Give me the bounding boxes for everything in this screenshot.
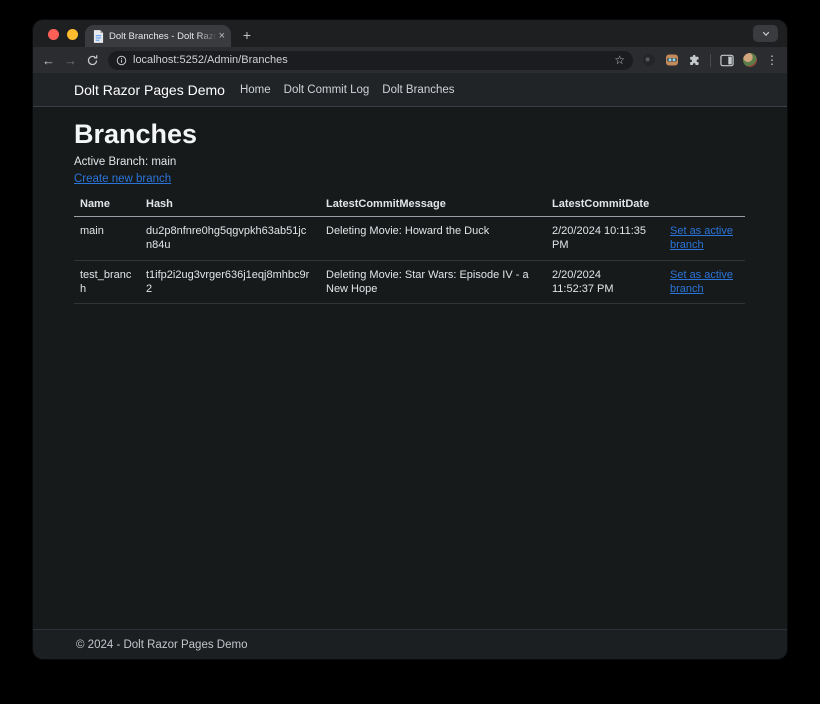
nav-item-dolt-branches[interactable]: Dolt Branches	[382, 84, 454, 96]
sidebar-toggle-icon[interactable]	[720, 54, 734, 67]
minimize-window-button[interactable]	[67, 29, 78, 40]
nav-item-dolt-commit-log[interactable]: Dolt Commit Log	[284, 84, 370, 96]
url-text: localhost:5252/Admin/Branches	[133, 54, 608, 66]
close-window-button[interactable]	[48, 29, 59, 40]
new-tab-button[interactable]: +	[237, 25, 257, 45]
column-header-hash: Hash	[140, 193, 320, 217]
toolbar-actions: ⋮	[642, 53, 778, 67]
plus-icon: +	[243, 27, 251, 43]
set-active-branch-link[interactable]: Set as activebranch	[670, 225, 733, 251]
toolbar-divider	[710, 54, 711, 67]
browser-window: Dolt Branches - Dolt Razor Pag × + ← → l…	[33, 20, 787, 659]
tab-search-button[interactable]	[753, 25, 778, 42]
set-active-branch-link[interactable]: Set as activebranch	[670, 269, 733, 295]
branches-table: Name Hash LatestCommitMessage LatestComm…	[74, 193, 745, 304]
tab-strip: Dolt Branches - Dolt Razor Pag × +	[33, 20, 787, 47]
tab-close-icon[interactable]: ×	[219, 31, 225, 42]
chevron-down-icon	[761, 29, 771, 39]
web-page: Dolt Razor Pages Demo Home Dolt Commit L…	[33, 73, 787, 659]
extension-icon-dark-circle[interactable]	[642, 53, 656, 67]
footer-text: © 2024 - Dolt Razor Pages Demo	[76, 639, 247, 651]
nav-links: Home Dolt Commit Log Dolt Branches	[240, 84, 455, 96]
branch-name-cell: test_branch	[74, 260, 140, 304]
app-footer: © 2024 - Dolt Razor Pages Demo	[33, 629, 787, 659]
table-row: maindu2p8nfnre0hg5qgvpkh63ab51jcn84uDele…	[74, 217, 745, 261]
back-button[interactable]: ←	[42, 54, 55, 67]
navbar-brand[interactable]: Dolt Razor Pages Demo	[74, 82, 225, 98]
branch-action-cell: Set as activebranch	[664, 260, 745, 304]
active-branch-text: Active Branch: main	[74, 156, 745, 169]
branch-hash-cell: t1ifp2i2ug3vrger636j1eqj8mhbc9r2	[140, 260, 320, 304]
extension-icon-goggles[interactable]	[665, 53, 679, 67]
forward-button[interactable]: →	[64, 54, 77, 67]
profile-avatar[interactable]	[743, 53, 757, 67]
branch-action-cell: Set as activebranch	[664, 217, 745, 261]
branch-name-cell: main	[74, 217, 140, 261]
column-header-latest-commit-message: LatestCommitMessage	[320, 193, 546, 217]
url-bar[interactable]: localhost:5252/Admin/Branches ☆	[108, 51, 633, 70]
column-header-actions	[664, 193, 745, 217]
branch-hash-cell: du2p8nfnre0hg5qgvpkh63ab51jcn84u	[140, 217, 320, 261]
nav-item-home[interactable]: Home	[240, 84, 271, 96]
column-header-latest-commit-date: LatestCommitDate	[546, 193, 664, 217]
app-navbar: Dolt Razor Pages Demo Home Dolt Commit L…	[33, 73, 787, 107]
browser-tab[interactable]: Dolt Branches - Dolt Razor Pag ×	[85, 25, 231, 47]
reload-button[interactable]	[86, 54, 99, 67]
extensions-puzzle-icon[interactable]	[688, 54, 701, 67]
commit-message-cell: Deleting Movie: Star Wars: Episode IV - …	[320, 260, 546, 304]
tab-title: Dolt Branches - Dolt Razor Pag	[109, 31, 217, 42]
browser-menu-icon[interactable]: ⋮	[766, 54, 778, 66]
create-new-branch-link[interactable]: Create new branch	[74, 173, 171, 186]
table-header-row: Name Hash LatestCommitMessage LatestComm…	[74, 193, 745, 217]
browser-toolbar: ← → localhost:5252/Admin/Branches ☆	[33, 47, 787, 73]
commit-date-cell: 2/20/202411:52:37 PM	[546, 260, 664, 304]
branches-table-body: maindu2p8nfnre0hg5qgvpkh63ab51jcn84uDele…	[74, 217, 745, 304]
tab-favicon-document-icon	[93, 30, 104, 43]
main-content: Branches Active Branch: main Create new …	[33, 107, 787, 629]
commit-message-cell: Deleting Movie: Howard the Duck	[320, 217, 546, 261]
bookmark-star-icon[interactable]: ☆	[614, 54, 625, 66]
page-title: Branches	[74, 119, 745, 151]
column-header-name: Name	[74, 193, 140, 217]
site-info-icon[interactable]	[116, 55, 127, 66]
table-row: test_brancht1ifp2i2ug3vrger636j1eqj8mhbc…	[74, 260, 745, 304]
commit-date-cell: 2/20/2024 10:11:35 PM	[546, 217, 664, 261]
